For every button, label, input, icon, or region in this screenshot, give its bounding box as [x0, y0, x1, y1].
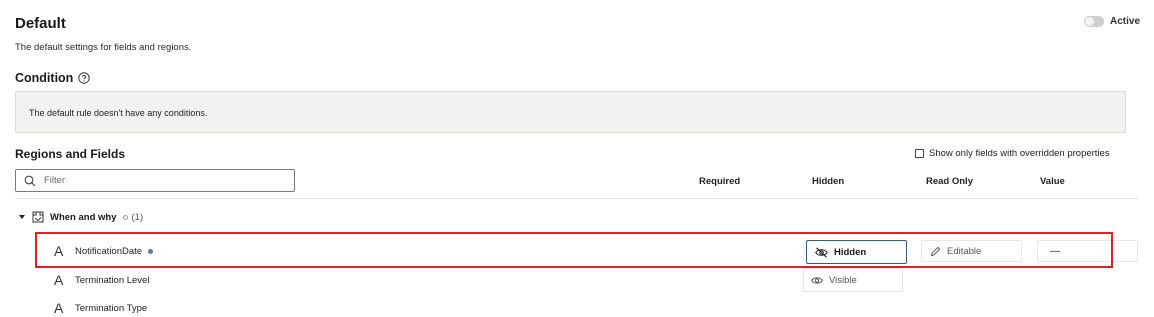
region-count: (1) — [122, 211, 144, 223]
override-label: Show only fields with overridden propert… — [929, 148, 1110, 159]
caret-down-icon[interactable] — [18, 213, 26, 221]
filter-field[interactable] — [15, 169, 295, 192]
text-field-icon: A — [54, 300, 64, 316]
text-field-icon: A — [54, 272, 64, 288]
regions-fields-title: Regions and Fields — [15, 147, 126, 161]
region-group-row[interactable]: When and why (1) — [18, 211, 143, 223]
page-subtitle: The default settings for fields and regi… — [15, 42, 192, 53]
region-name: When and why — [50, 211, 117, 223]
active-toggle[interactable] — [1084, 16, 1104, 27]
column-hidden: Hidden — [812, 176, 845, 187]
active-toggle-group[interactable]: Active — [1084, 16, 1140, 27]
override-filter[interactable]: Show only fields with overridden propert… — [915, 148, 1110, 159]
active-label: Active — [1110, 16, 1141, 27]
condition-title: Condition — [15, 71, 74, 85]
page-title: Default — [15, 15, 66, 32]
field-name: Termination Type — [75, 302, 148, 314]
condition-heading: Condition — [15, 71, 91, 85]
column-read-only: Read Only — [926, 176, 973, 187]
status-ring-icon — [122, 214, 128, 220]
help-icon[interactable] — [78, 72, 91, 84]
visible-option-label: Visible — [829, 274, 857, 286]
header-divider — [15, 198, 1138, 199]
filter-input[interactable] — [42, 174, 276, 187]
column-value: Value — [1040, 176, 1065, 187]
eye-icon — [811, 276, 823, 284]
highlight-box — [35, 232, 1113, 268]
condition-message: The default rule doesn't have any condit… — [29, 108, 208, 118]
visible-option[interactable]: Visible — [803, 268, 903, 292]
region-icon — [32, 211, 44, 223]
override-checkbox[interactable] — [915, 149, 924, 158]
region-count-text: (1) — [131, 211, 144, 223]
column-required: Required — [699, 176, 741, 187]
field-row-termination-type[interactable]: A Termination Type — [54, 300, 147, 316]
search-icon — [24, 175, 36, 186]
field-row-termination-level[interactable]: A Termination Level — [54, 272, 149, 288]
condition-box: The default rule doesn't have any condit… — [15, 91, 1126, 133]
field-name: Termination Level — [75, 274, 150, 286]
